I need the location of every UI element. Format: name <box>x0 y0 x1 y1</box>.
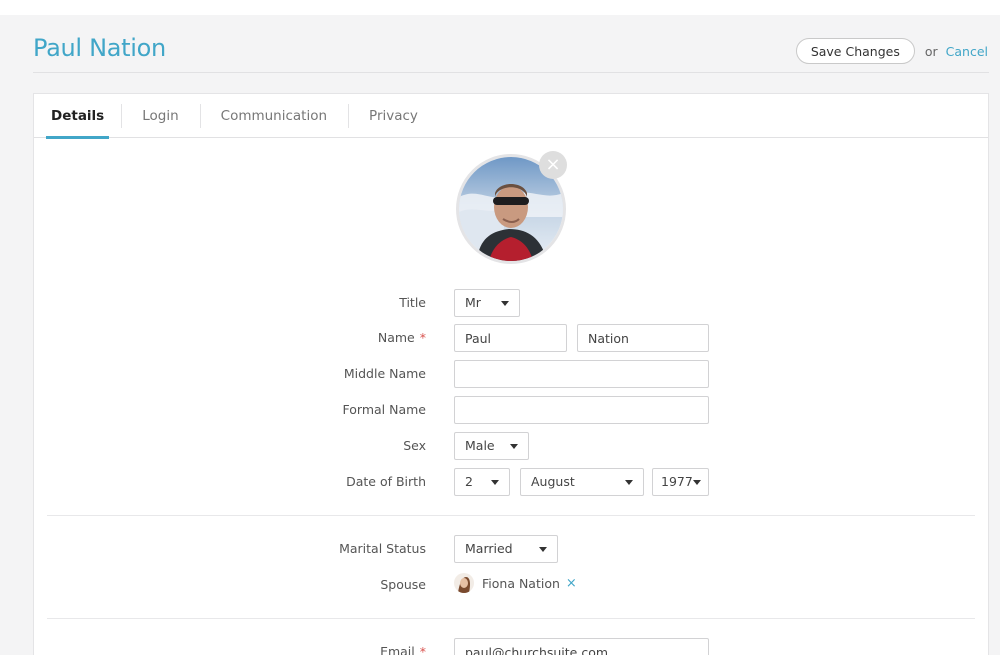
tab-details[interactable]: Details <box>34 94 121 139</box>
save-changes-button[interactable]: Save Changes <box>795 38 915 64</box>
marital-status-select[interactable]: Married <box>454 535 558 563</box>
top-strip <box>0 0 1000 15</box>
details-card: Details Login Communication Privacy × Ti… <box>33 93 989 655</box>
sex-select[interactable]: Male <box>454 432 529 460</box>
tab-bar: Details Login Communication Privacy <box>34 94 988 139</box>
name-label-text: Name <box>377 330 415 345</box>
chevron-down-icon <box>491 479 499 485</box>
tab-login[interactable]: Login <box>121 94 199 138</box>
email-label: Email * <box>380 644 426 655</box>
section-divider <box>47 618 975 619</box>
sex-label: Sex <box>403 438 426 453</box>
title-select-value: Mr <box>465 295 481 310</box>
required-marker: * <box>419 644 426 655</box>
email-row: Email * <box>34 638 990 655</box>
formal-name-row: Formal Name <box>34 396 990 424</box>
spouse-name[interactable]: Fiona Nation <box>482 576 560 591</box>
marital-status-label: Marital Status <box>339 541 426 556</box>
middle-name-input[interactable] <box>454 360 709 388</box>
tab-communication[interactable]: Communication <box>199 94 348 138</box>
chevron-down-icon <box>539 546 547 552</box>
or-text: or <box>924 43 938 59</box>
remove-spouse-icon[interactable]: × <box>566 576 577 591</box>
chevron-down-icon <box>692 479 701 485</box>
first-name-input[interactable] <box>454 324 567 352</box>
dob-year-value: 1977 <box>661 474 693 489</box>
dob-month-value: August <box>531 474 575 489</box>
marital-status-value: Married <box>465 541 513 556</box>
marital-status-row: Marital Status Married <box>34 535 990 563</box>
dob-label: Date of Birth <box>346 474 426 489</box>
dob-day-value: 2 <box>465 474 473 489</box>
title-row: Title Mr <box>34 289 990 317</box>
sex-row: Sex Male <box>34 432 990 460</box>
required-marker: * <box>419 330 426 345</box>
middle-name-label: Middle Name <box>343 366 426 381</box>
formal-name-label: Formal Name <box>342 402 426 417</box>
formal-name-input[interactable] <box>454 396 709 424</box>
title-select[interactable]: Mr <box>454 289 520 317</box>
dob-year-select[interactable]: 1977 <box>652 468 709 496</box>
tab-privacy[interactable]: Privacy <box>348 94 439 138</box>
chevron-down-icon <box>501 300 509 306</box>
remove-photo-icon[interactable]: × <box>539 151 567 179</box>
chevron-down-icon <box>510 443 518 449</box>
spouse-label: Spouse <box>380 577 426 592</box>
name-label: Name * <box>378 330 426 345</box>
spouse-avatar[interactable] <box>454 573 474 593</box>
last-name-input[interactable] <box>577 324 709 352</box>
title-label: Title <box>399 295 426 310</box>
email-label-text: Email <box>380 644 415 655</box>
section-divider <box>47 515 975 516</box>
cancel-link[interactable]: Cancel <box>946 44 988 59</box>
sex-select-value: Male <box>465 438 495 453</box>
page-title: Paul Nation <box>33 34 166 62</box>
middle-name-row: Middle Name <box>34 360 990 388</box>
name-row: Name * <box>34 324 990 352</box>
email-input[interactable] <box>454 638 709 655</box>
header-actions: Save Changes or Cancel <box>795 38 988 64</box>
dob-day-select[interactable]: 2 <box>454 468 510 496</box>
dob-row: Date of Birth 2 August 1977 <box>34 468 990 496</box>
chevron-down-icon <box>625 479 633 485</box>
dob-month-select[interactable]: August <box>520 468 644 496</box>
spouse-row: Spouse Fiona Nation × <box>34 571 990 599</box>
spouse-chip: Fiona Nation × <box>454 573 577 593</box>
header-divider <box>33 72 989 73</box>
